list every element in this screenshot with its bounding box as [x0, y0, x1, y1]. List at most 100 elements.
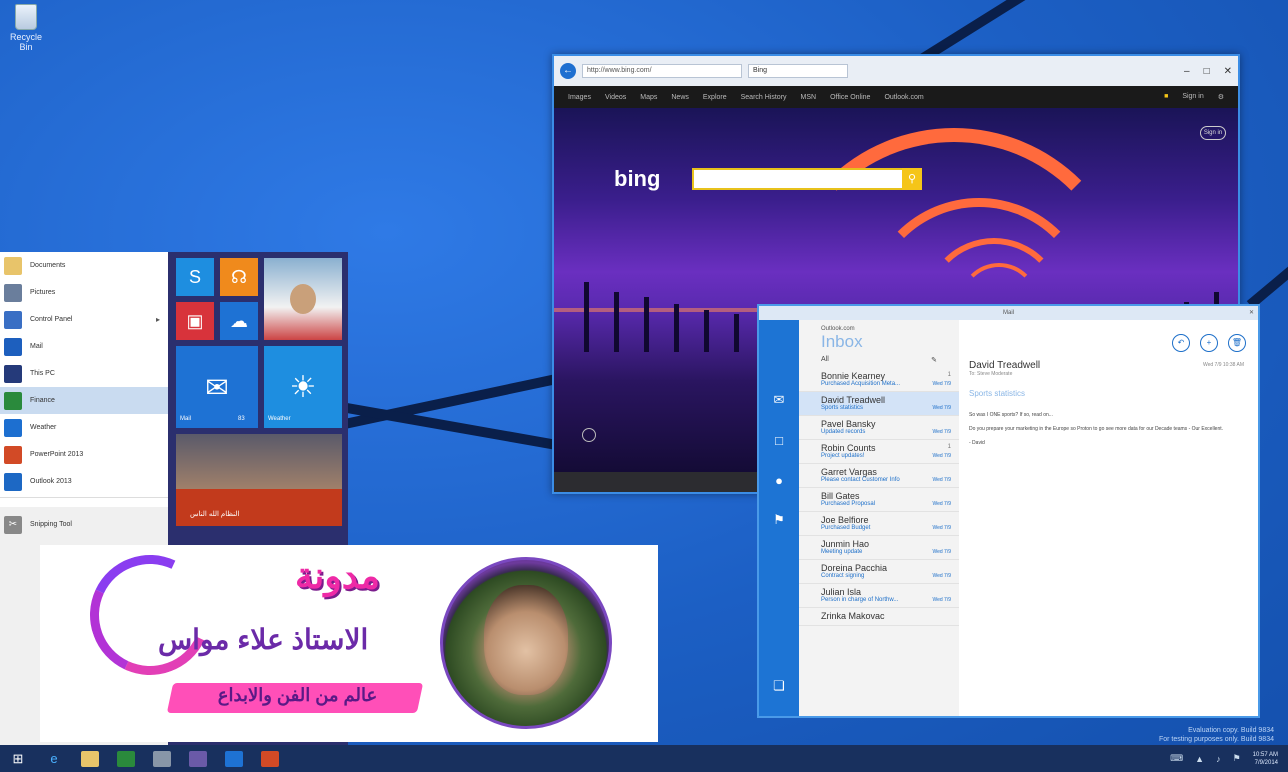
tile-news[interactable]: النظام الله الناس: [176, 434, 342, 526]
list-item[interactable]: Garret Vargas Please contact Customer Inf…: [799, 464, 959, 488]
nav-images[interactable]: Images: [568, 94, 591, 101]
taskbar-office[interactable]: [252, 745, 288, 772]
cloud-icon: ☁: [230, 310, 248, 331]
start-item[interactable]: PowerPoint 2013: [0, 441, 168, 468]
pier-post: [734, 314, 739, 352]
search-icon[interactable]: ⚲: [902, 168, 922, 190]
start-app-list: Documents Pictures Control Panel ▸ Mail This …: [0, 252, 168, 507]
start-item-label: Snipping Tool: [30, 521, 72, 528]
person-photo: [290, 284, 316, 314]
start-item-label: PowerPoint 2013: [30, 451, 84, 458]
list-item[interactable]: Doreina Pacchia Contract signing Wed 7/9: [799, 560, 959, 584]
filter-dropdown[interactable]: All: [821, 356, 829, 364]
minimize-icon[interactable]: –: [1184, 66, 1190, 77]
tile-skype[interactable]: S: [176, 258, 214, 296]
start-item[interactable]: This PC: [0, 360, 168, 387]
close-icon[interactable]: ✕: [1224, 66, 1232, 77]
compose-icon[interactable]: ✎: [931, 356, 937, 364]
filter-row: All ✎: [799, 352, 959, 368]
nav-videos[interactable]: Videos: [605, 94, 626, 101]
address-bar[interactable]: http://www.bing.com/: [582, 64, 742, 78]
tile-mail[interactable]: ✉ Mail 83: [176, 346, 258, 428]
tile-weather[interactable]: ☀ Weather: [264, 346, 342, 428]
start-item-label: Pictures: [30, 289, 56, 296]
app-icon: [4, 418, 22, 437]
list-item[interactable]: Joe Belfiore Purchased Budget Wed 7/9: [799, 512, 959, 536]
start-item[interactable]: Control Panel ▸: [0, 306, 168, 333]
rewards-icon[interactable]: ■: [1164, 93, 1168, 101]
bing-search-input[interactable]: ⚲: [692, 168, 922, 190]
info-icon[interactable]: [582, 428, 596, 442]
sun-icon: ☀: [289, 370, 317, 404]
maximize-icon[interactable]: □: [1204, 66, 1210, 77]
message-from: Julian Isla: [821, 587, 862, 597]
taskbar-ie[interactable]: e: [36, 745, 72, 772]
office-icon: [261, 750, 279, 767]
list-item[interactable]: Julian Isla Person in charge of Northw...…: [799, 584, 959, 608]
nav-office[interactable]: Office Online: [830, 94, 870, 101]
signin-link[interactable]: Sign in: [1182, 93, 1203, 101]
volume-icon[interactable]: ♪: [1216, 754, 1221, 764]
start-item[interactable]: Documents: [0, 252, 168, 279]
taskbar-app[interactable]: [180, 745, 216, 772]
taskbar-explorer[interactable]: [72, 745, 108, 772]
people-icon[interactable]: ●: [759, 460, 799, 500]
nav-explore[interactable]: Explore: [703, 94, 727, 101]
ie-icon: e: [50, 751, 58, 766]
list-item[interactable]: Pavel Bansky Updated records Wed 7/9: [799, 416, 959, 440]
delete-icon[interactable]: 🗑: [1228, 334, 1246, 352]
tile-music[interactable]: ☊: [220, 258, 258, 296]
list-item[interactable]: Bill Gates Purchased Proposal Wed 7/9: [799, 488, 959, 512]
start-item-label: Mail: [30, 343, 43, 350]
tile-people-photo[interactable]: [264, 258, 342, 340]
nav-history[interactable]: Search History: [741, 94, 787, 101]
nav-maps[interactable]: Maps: [640, 94, 657, 101]
keyboard-icon[interactable]: ⌨: [1170, 753, 1183, 764]
app-icon: [4, 445, 22, 464]
start-item-snipping[interactable]: ✂ Snipping Tool: [0, 511, 168, 538]
taskbar-printer[interactable]: [144, 745, 180, 772]
close-icon[interactable]: ✕: [1249, 306, 1254, 320]
flag-tray-icon[interactable]: ⚑: [1233, 753, 1241, 764]
message-date: Wed 7/9: [932, 573, 951, 579]
add-icon[interactable]: +: [1200, 334, 1218, 352]
nav-msn[interactable]: MSN: [801, 94, 817, 101]
start-item-label: Control Panel: [30, 316, 73, 323]
back-icon[interactable]: ←: [560, 63, 576, 79]
mail-window[interactable]: Mail ✕ ✉ □ ● ⚑ ❏ Outlook.com Inbox All ✎…: [757, 304, 1260, 718]
taskbar-finance[interactable]: [108, 745, 144, 772]
start-item-label: Finance: [30, 397, 55, 404]
flag-icon[interactable]: ⚑: [759, 500, 799, 540]
reader-body-line: Do you prepare your marketing in the Eur…: [969, 426, 1224, 432]
bing-signin-pill[interactable]: Sign in: [1200, 126, 1226, 140]
folder-icon[interactable]: □: [759, 420, 799, 460]
start-item[interactable]: Outlook 2013: [0, 468, 168, 495]
tile-video[interactable]: ▣: [176, 302, 214, 340]
nav-news[interactable]: News: [671, 94, 689, 101]
taskbar-store[interactable]: [216, 745, 252, 772]
recycle-bin[interactable]: Recycle Bin: [4, 4, 48, 52]
start-item[interactable]: Pictures: [0, 279, 168, 306]
copy-icon[interactable]: ❏: [759, 666, 799, 706]
tile-onedrive[interactable]: ☁: [220, 302, 258, 340]
list-item[interactable]: Bonnie Kearney Purchased Acquisition Meta…: [799, 368, 959, 392]
list-item[interactable]: Zrinka Makovac: [799, 608, 959, 626]
start-button[interactable]: ⊞: [0, 745, 36, 772]
list-item[interactable]: Junmin Hao Meeting update Wed 7/9: [799, 536, 959, 560]
start-item[interactable]: Weather: [0, 414, 168, 441]
nav-outlook[interactable]: Outlook.com: [884, 94, 923, 101]
reply-icon[interactable]: ↶: [1172, 334, 1190, 352]
browser-tab[interactable]: Bing: [748, 64, 848, 78]
app-icon: [4, 256, 22, 275]
list-item[interactable]: Robin Counts Project updates! 1 Wed 7/9: [799, 440, 959, 464]
mail-icon[interactable]: ✉: [759, 380, 799, 420]
start-item[interactable]: Mail: [0, 333, 168, 360]
bing-navbar: Images Videos Maps News Explore Search H…: [554, 86, 1238, 108]
reader-body-line: So was I ONE sports? If so, read on...: [969, 412, 1053, 418]
start-item[interactable]: Finance: [0, 387, 168, 414]
message-from: David Treadwell: [821, 395, 886, 405]
clock[interactable]: 10:57 AM 7/9/2014: [1253, 751, 1278, 767]
settings-icon[interactable]: ⚙: [1218, 93, 1224, 101]
list-item[interactable]: David Treadwell Sports statistics Wed 7/9: [799, 392, 959, 416]
network-icon[interactable]: ▲: [1195, 754, 1204, 764]
